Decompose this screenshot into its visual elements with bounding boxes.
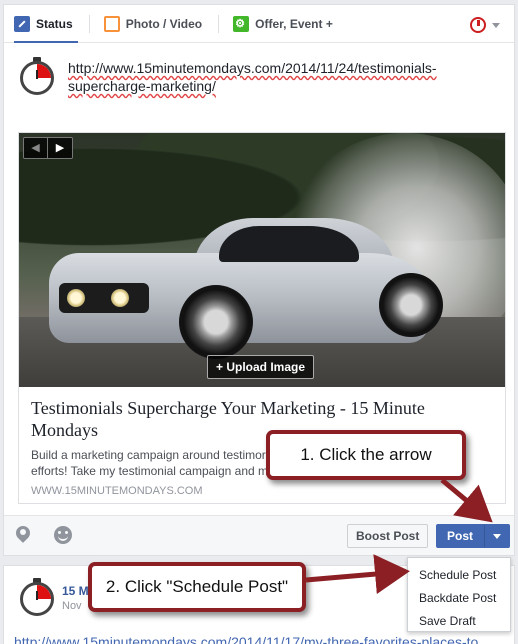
page-selector[interactable] [470,17,500,33]
tab-photo-video-label: Photo / Video [125,16,203,31]
post-text-line2: supercharge-marketing/ [68,78,216,94]
post-date[interactable]: Nov [62,600,82,612]
tab-status[interactable]: Status [14,15,73,32]
menu-item-save-draft[interactable]: Save Draft [408,610,510,633]
post-options-arrow-button[interactable] [484,524,511,548]
next-image-icon[interactable]: ▶ [48,138,72,158]
tab-offer-event-label: Offer, Event + [255,16,333,31]
chevron-down-icon [492,22,500,28]
preview-image: ◀ ▶ + Upload Image [19,133,505,387]
composer-tabs: Status Photo / Video Offer, Event + [4,5,514,43]
post-button[interactable]: Post [436,524,485,548]
menu-item-backdate-post[interactable]: Backdate Post [408,587,510,610]
menu-item-schedule-post[interactable]: Schedule Post [408,564,510,587]
boost-post-button[interactable]: Boost Post [347,524,429,548]
offer-icon [233,15,250,32]
post-link[interactable]: http://www.15minutemondays.com/2014/11/1… [14,634,478,644]
tab-divider [88,14,90,33]
location-pin-icon[interactable] [16,526,30,544]
avatar [20,578,54,616]
link-description-line2: efforts! Take my testimonial campaign an… [31,464,268,478]
avatar [20,57,54,95]
post-text-input[interactable]: http://www.15minutemondays.com/2014/11/2… [68,59,498,95]
image-carousel-nav: ◀ ▶ [23,137,73,159]
post-author-name[interactable]: 15 M [62,584,89,598]
page-avatar-icon [470,17,486,33]
feeling-smile-icon[interactable] [54,526,72,544]
pencil-icon [14,15,30,32]
tab-divider [218,14,220,33]
active-tab-indicator [14,41,78,43]
post-button-group: Post [436,524,511,548]
tab-offer-event[interactable]: Offer, Event + [233,15,333,32]
post-text-line1: http://www.15minutemondays.com/2014/11/2… [68,60,437,76]
post-options-menu: Schedule Post Backdate Post Save Draft [407,557,511,632]
photo-icon [103,15,120,32]
composer-footer: Boost Post Post [4,515,514,555]
tab-photo-video[interactable]: Photo / Video [103,15,203,32]
tab-status-label: Status [36,16,73,31]
upload-image-button[interactable]: + Upload Image [207,355,315,379]
callout-step-2: 2. Click "Schedule Post" [88,562,306,612]
prev-image-icon[interactable]: ◀ [24,138,48,158]
callout-step-1: 1. Click the arrow [266,430,466,480]
link-description-line1: Build a marketing campaign around testim… [31,448,266,462]
link-domain: WWW.15MINUTEMONDAYS.COM [31,485,203,497]
